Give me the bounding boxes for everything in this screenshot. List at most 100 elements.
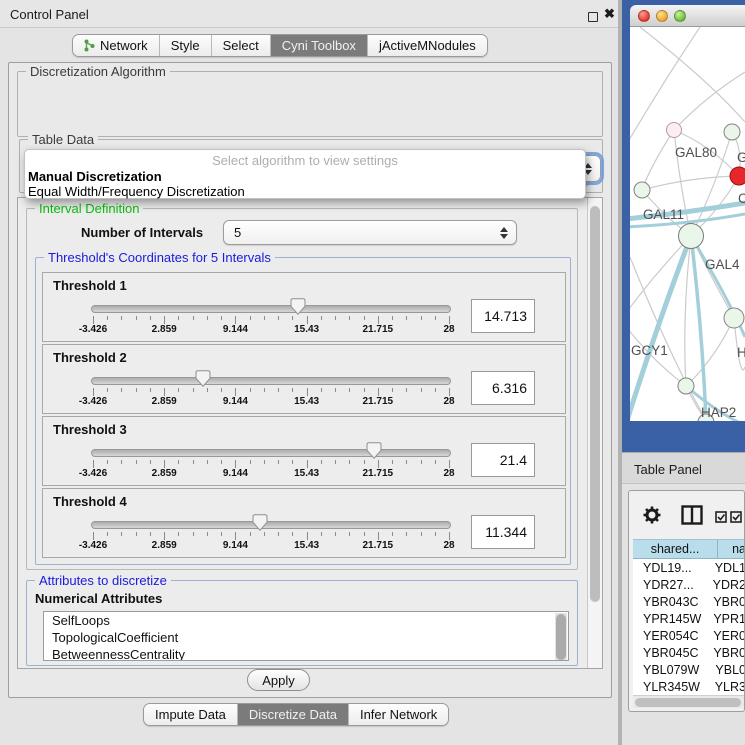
table-header-row: shared... na	[633, 539, 745, 559]
tick-mark	[335, 532, 336, 536]
slider-thumb[interactable]	[252, 514, 268, 531]
node-gal80[interactable]	[667, 123, 682, 138]
table-row[interactable]: YPR145WYPR1	[633, 610, 745, 627]
checkbox-icon[interactable]	[715, 511, 728, 523]
slider-thumb[interactable]	[366, 442, 382, 459]
tick-mark	[164, 316, 165, 324]
close-icon[interactable]: ✖	[604, 6, 615, 22]
slider-track[interactable]	[91, 521, 451, 529]
group-title: Interval Definition	[35, 201, 143, 216]
scrollbar-thumb[interactable]	[556, 614, 566, 660]
node[interactable]	[724, 124, 740, 140]
slider-track[interactable]	[91, 449, 451, 457]
threshold-1-panel: Threshold 1 -3.4262.8599.14415.4321.7152…	[42, 272, 566, 342]
threshold-3-panel: Threshold 3 -3.4262.8599.14415.4321.7152…	[42, 416, 566, 486]
table-row[interactable]: YDR27...YDR2	[633, 576, 745, 593]
close-traffic-light-icon[interactable]	[638, 10, 650, 22]
tick-label: 15.43	[294, 396, 319, 407]
group-title: Discretization Algorithm	[26, 64, 170, 79]
numerical-attributes-list[interactable]: SelfLoopsTopologicalCoefficientBetweenne…	[43, 611, 569, 661]
attribute-list-item[interactable]: SelfLoops	[44, 612, 568, 629]
slider-thumb[interactable]	[290, 298, 306, 315]
threshold-value-field[interactable]: 21.4	[471, 443, 535, 477]
tick-mark	[307, 460, 308, 468]
tick-mark	[264, 316, 265, 320]
tick-mark	[235, 388, 236, 396]
threshold-label: Threshold 1	[53, 278, 127, 293]
slider-track[interactable]	[91, 305, 451, 313]
float-window-icon[interactable]	[588, 12, 598, 22]
tick-mark	[121, 388, 122, 392]
apply-button[interactable]: Apply	[247, 669, 310, 691]
group-title: Attributes to discretize	[35, 573, 171, 588]
tab-jactivemnodules[interactable]: jActiveMNodules	[368, 35, 487, 56]
dropdown-item-manual-discretization[interactable]: Manual Discretization	[28, 169, 162, 184]
tab-cyni-toolbox[interactable]: Cyni Toolbox	[271, 35, 368, 56]
tab-style[interactable]: Style	[160, 35, 212, 56]
node-gal11[interactable]	[634, 182, 650, 198]
table-panel-titlebar: Table Panel	[622, 452, 745, 484]
list-scrollbar[interactable]	[555, 613, 567, 661]
tick-mark	[435, 532, 436, 536]
tick-label: 28	[443, 324, 454, 335]
threshold-value-field[interactable]: 11.344	[471, 515, 535, 549]
column-header-shared-name[interactable]: shared...	[633, 540, 718, 558]
node-selected-red[interactable]	[730, 167, 745, 185]
attribute-list-item[interactable]: TopologicalCoefficient	[44, 629, 568, 646]
tick-mark	[364, 388, 365, 392]
tick-mark	[164, 388, 165, 396]
table-panel-body: shared... na YDL19...YDL1YDR27...YDR2YBR…	[628, 490, 745, 712]
table-row[interactable]: YLR345WYLR3	[633, 678, 745, 695]
table-horizontal-scrollbar[interactable]	[633, 695, 745, 708]
slider-thumb[interactable]	[195, 370, 211, 387]
tick-label: 28	[443, 396, 454, 407]
checkbox-icon[interactable]	[730, 511, 743, 523]
slider-track[interactable]	[91, 377, 451, 385]
tab-network[interactable]: Network	[73, 35, 160, 56]
node[interactable]	[724, 308, 744, 328]
table-row[interactable]: YBR043CYBR0	[633, 593, 745, 610]
column-header-name[interactable]: na	[718, 540, 745, 558]
tab-discretize-data[interactable]: Discretize Data	[238, 704, 349, 725]
cell-name: YDR2	[713, 578, 745, 592]
table-row[interactable]: YDL19...YDL1	[633, 559, 745, 576]
tick-mark	[193, 316, 194, 320]
number-of-intervals-combobox[interactable]: 5	[223, 220, 517, 245]
column-view-icon[interactable]	[681, 505, 703, 525]
cell-name: YER0	[713, 629, 745, 643]
dropdown-item-equal-width-frequency[interactable]: Equal Width/Frequency Discretization	[28, 184, 245, 199]
tick-mark	[435, 388, 436, 392]
node-gal4[interactable]	[679, 224, 704, 249]
table-row[interactable]: YBL079WYBL0	[633, 661, 745, 678]
threshold-value-field[interactable]: 14.713	[471, 299, 535, 333]
tick-mark	[292, 316, 293, 320]
threshold-value-field[interactable]: 6.316	[471, 371, 535, 405]
node-hap2[interactable]	[678, 378, 694, 394]
tab-infer-network[interactable]: Infer Network	[349, 704, 448, 725]
scrollbar-thumb[interactable]	[590, 206, 600, 602]
tick-mark	[107, 316, 108, 320]
tab-impute-data[interactable]: Impute Data	[144, 704, 238, 725]
scrollbar-thumb[interactable]	[635, 698, 741, 707]
zoom-traffic-light-icon[interactable]	[674, 10, 686, 22]
gear-icon[interactable]	[643, 506, 661, 524]
table-rows: YDL19...YDL1YDR27...YDR2YBR043CYBR0YPR14…	[633, 559, 745, 697]
table-row[interactable]: YER054CYER0	[633, 627, 745, 644]
tick-mark	[178, 388, 179, 392]
panel-scrollbar[interactable]	[587, 198, 602, 668]
tick-label: 2.859	[152, 468, 177, 479]
tick-label: 28	[443, 468, 454, 479]
slider-tick-labels: -3.4262.8599.14415.4321.71528	[91, 468, 451, 480]
network-window-titlebar[interactable]	[630, 5, 745, 27]
tick-mark	[278, 316, 279, 320]
minimize-traffic-light-icon[interactable]	[656, 10, 668, 22]
tab-select[interactable]: Select	[212, 35, 271, 56]
table-row[interactable]: YBR045CYBR0	[633, 644, 745, 661]
attribute-list-item[interactable]: BetweennessCentrality	[44, 646, 568, 661]
tick-mark	[93, 388, 94, 396]
dropdown-placeholder-item[interactable]: Select algorithm to view settings	[25, 153, 585, 168]
tab-label: Cyni Toolbox	[282, 38, 356, 53]
tick-mark	[93, 316, 94, 324]
network-canvas[interactable]: GAL80 G C GAL11 GAL4 GCY1 H HAP2	[630, 27, 745, 421]
tick-mark	[107, 460, 108, 464]
